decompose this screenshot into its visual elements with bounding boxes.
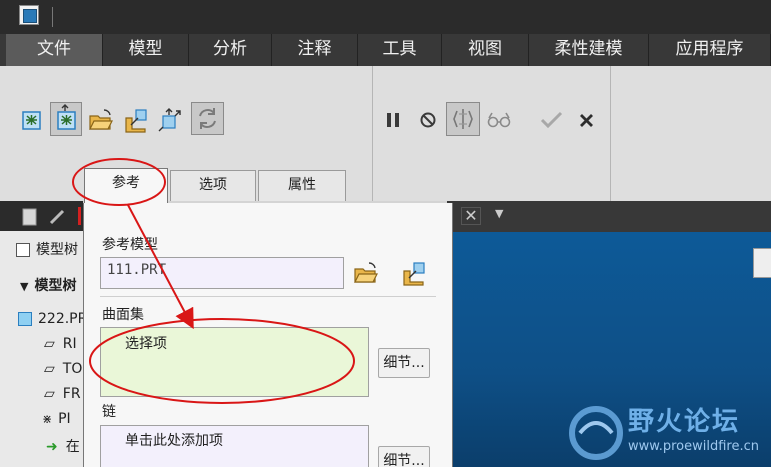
tab-options[interactable]: 选项	[170, 170, 256, 201]
surface-details-button[interactable]: 细节...	[378, 348, 430, 378]
tab-references[interactable]: 参考	[84, 168, 168, 203]
watermark-logo-icon	[569, 406, 623, 460]
copy-geometry-icon[interactable]	[122, 106, 150, 134]
references-panel: 参考模型 111.PRT 曲面集 选择项 细节... 链 单击此处添加项 细节.…	[83, 203, 453, 467]
surface-set-item[interactable]: 选择项	[125, 333, 167, 353]
tree-item[interactable]: ▱ RI	[44, 333, 77, 355]
tab-analysis[interactable]: 分析	[189, 34, 272, 66]
ref-model-label: 参考模型	[102, 237, 158, 253]
copy-geometry-icon[interactable]	[400, 259, 428, 287]
model-tree-section[interactable]: ▼ 模型树	[20, 275, 76, 297]
graphics-toolbar: ✕ ▼	[447, 201, 771, 232]
panel-divider	[100, 296, 436, 297]
tree-item[interactable]: ▱ FR	[44, 383, 81, 405]
title-bar	[0, 0, 771, 34]
tab-model[interactable]: 模型	[103, 34, 189, 66]
tab-properties[interactable]: 属性	[258, 170, 346, 201]
datum-plane-icon: ▱	[44, 361, 55, 377]
tree-item-label: TO	[62, 361, 83, 377]
tree-item-label: PI	[58, 411, 71, 427]
tree-icon	[16, 243, 30, 257]
model-tree-toolbar	[0, 201, 83, 231]
surface-set-label: 曲面集	[102, 307, 144, 323]
no-preview-icon[interactable]	[415, 106, 443, 134]
tree-item-label: FR	[62, 386, 81, 402]
watermark-url: www.proewildfire.cn	[628, 439, 759, 454]
chain-placeholder[interactable]: 单击此处添加项	[125, 430, 223, 450]
model-tree: 模型树 ▼ 模型树 222.PRT ▱ RI ▱ TO ▱ FR ⋇ PI ➜ 在	[0, 231, 95, 467]
dropdown-arrow-icon[interactable]: ▼	[495, 207, 503, 220]
watermark-text: 野火论坛	[628, 407, 741, 437]
cancel-close-icon[interactable]	[573, 106, 601, 134]
app-logo-icon[interactable]	[19, 5, 39, 25]
tab-tools[interactable]: 工具	[358, 34, 442, 66]
tab-flexible-modeling[interactable]: 柔性建模	[529, 34, 649, 66]
view-control-icon[interactable]	[753, 248, 771, 278]
creo-window: 文件 模型 分析 注释 工具 视图 柔性建模 应用程序 参考 选项 属性 模型树…	[0, 0, 771, 467]
ribbon-separator	[610, 66, 611, 201]
tree-item-label: RI	[62, 336, 77, 352]
preview-geometry-icon[interactable]	[446, 102, 480, 136]
collapse-triangle-icon: ▼	[20, 280, 29, 293]
refresh-icon[interactable]	[191, 102, 224, 135]
tab-applications[interactable]: 应用程序	[649, 34, 771, 66]
model-tree-header[interactable]: 模型树	[16, 239, 78, 261]
tab-annotate[interactable]: 注释	[272, 34, 358, 66]
datum-plane-icon: ▱	[44, 386, 55, 402]
select-body-icon[interactable]	[50, 102, 82, 136]
chain-label: 链	[102, 404, 116, 420]
tree-item-label: 在	[65, 439, 80, 455]
confirm-check-icon[interactable]	[538, 106, 566, 134]
open-folder-icon[interactable]	[352, 259, 380, 287]
glasses-icon[interactable]	[485, 106, 513, 134]
ref-model-field[interactable]: 111.PRT	[100, 257, 344, 289]
coordinate-system-icon: ⋇	[42, 412, 53, 426]
chain-collector[interactable]: 单击此处添加项	[100, 425, 369, 467]
forum-watermark: 野火论坛 www.proewildfire.cn	[560, 397, 771, 467]
tab-view[interactable]: 视图	[442, 34, 529, 66]
model-tree-header-label: 模型树	[36, 242, 78, 258]
insert-here-arrow-icon: ➜	[46, 439, 58, 455]
tree-item[interactable]: ▱ TO	[44, 358, 82, 380]
part-cube-icon	[18, 312, 32, 326]
model-tree-section-label: 模型树	[34, 278, 77, 294]
surface-set-collector[interactable]: 选择项	[100, 327, 369, 397]
tree-item[interactable]: ➜ 在	[46, 436, 80, 458]
chain-details-button[interactable]: 细节...	[378, 446, 430, 467]
close-icon[interactable]: ✕	[461, 207, 481, 225]
select-surface-icon[interactable]	[18, 106, 46, 134]
datum-plane-icon: ▱	[44, 336, 55, 352]
tree-item[interactable]: ⋇ PI	[42, 408, 71, 430]
open-folder-icon[interactable]	[87, 106, 115, 134]
title-separator	[52, 7, 53, 27]
ribbon-tab-bar: 文件 模型 分析 注释 工具 视图 柔性建模 应用程序	[0, 34, 771, 66]
ribbon-separator	[372, 66, 373, 201]
bounding-box-icon[interactable]	[156, 106, 184, 134]
tab-file[interactable]: 文件	[6, 34, 103, 66]
pause-icon[interactable]	[380, 106, 408, 134]
